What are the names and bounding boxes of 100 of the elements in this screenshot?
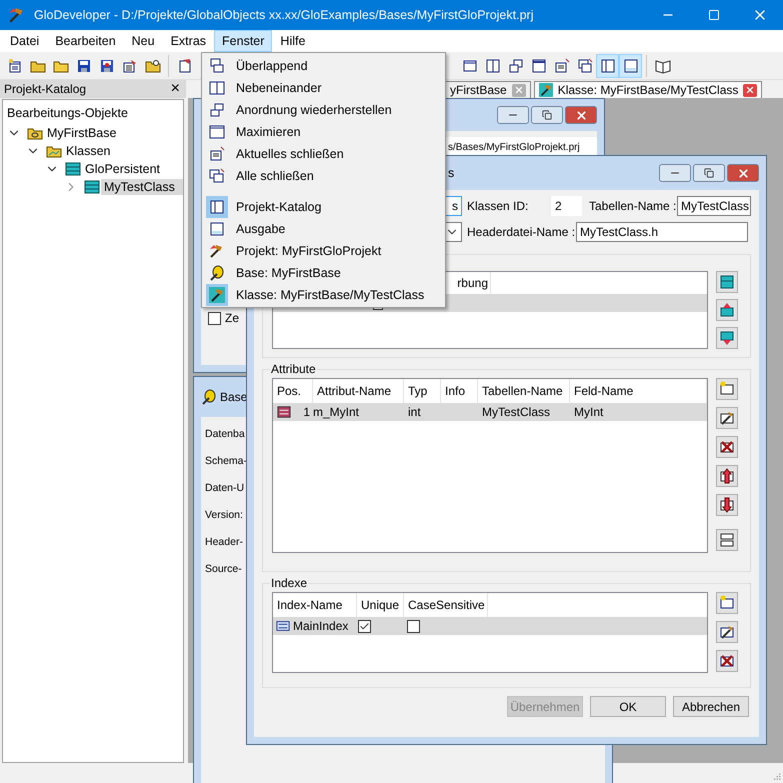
- field-label: Daten-U: [205, 480, 244, 496]
- up-arrow-icon: [719, 468, 735, 484]
- move-up-button[interactable]: [716, 299, 738, 321]
- toolbar-button[interactable]: [596, 54, 619, 78]
- hammer-icon: [719, 624, 735, 640]
- delete-attribute-button[interactable]: [716, 436, 738, 458]
- stacked-lines-icon: [719, 532, 735, 548]
- menu-item[interactable]: Projekt-Katalog: [204, 196, 443, 218]
- checkbox[interactable]: [407, 620, 420, 632]
- tree-item[interactable]: MyFirstBase: [44, 125, 120, 141]
- close-tab-button[interactable]: [743, 84, 758, 96]
- close-window-icon: [554, 58, 570, 74]
- menu-item[interactable]: Extras: [162, 30, 214, 52]
- tree-item[interactable]: MyTestClass: [101, 179, 183, 195]
- new-index-button[interactable]: [716, 592, 738, 614]
- table-cell: MyTestClass: [482, 405, 550, 419]
- checkbox[interactable]: [358, 620, 371, 632]
- resize-grip-icon: [771, 771, 781, 781]
- table-cell: MainIndex: [293, 619, 348, 633]
- table-icon: [64, 161, 82, 177]
- field-label: Version:: [205, 508, 243, 522]
- table-name-field[interactable]: MyTestClass: [677, 196, 751, 216]
- menu-item[interactable]: Alle schließen: [204, 165, 443, 187]
- menu-item[interactable]: Ausgabe: [204, 218, 443, 240]
- table-cell: int: [408, 405, 421, 419]
- sparkle-icon: [719, 381, 735, 397]
- move-up-button[interactable]: [716, 465, 738, 487]
- floppy-icon: [98, 58, 114, 74]
- table-row[interactable]: 1 m_MyInt int MyTestClass MyInt: [273, 403, 707, 421]
- class-id-field[interactable]: 2: [551, 196, 582, 216]
- close-window-icon: [209, 146, 225, 162]
- tree-item[interactable]: GloPersistent: [82, 161, 164, 177]
- close-button[interactable]: [727, 164, 759, 182]
- side-panel-icon: [600, 58, 616, 74]
- tab-label: Klasse: MyFirstBase/MyTestClass: [558, 83, 738, 97]
- side-panel-icon: [209, 199, 225, 215]
- close-button[interactable]: [565, 106, 597, 124]
- menu-item[interactable]: Datei: [2, 30, 48, 52]
- menu-item[interactable]: Base: MyFirstBase: [204, 262, 443, 284]
- tab-label: yFirstBase: [450, 83, 507, 97]
- tile-windows-icon: [484, 58, 500, 74]
- edit-index-button[interactable]: [716, 621, 738, 643]
- move-down-button[interactable]: [716, 327, 738, 349]
- menu-item[interactable]: Nebeneinander: [204, 77, 443, 99]
- delete-index-button[interactable]: [716, 650, 738, 672]
- window-title: s: [448, 166, 454, 180]
- table-cell: m_MyInt: [313, 405, 360, 419]
- menu-item[interactable]: Fenster: [214, 30, 272, 52]
- sort-button[interactable]: [716, 529, 738, 551]
- new-project-icon: [6, 58, 22, 74]
- down-arrow-icon: [719, 330, 735, 346]
- window-title: Base: [220, 390, 248, 404]
- new-attribute-button[interactable]: [716, 378, 738, 400]
- table-icon: [83, 179, 101, 195]
- group-title: Attribute: [270, 362, 317, 376]
- maximize-icon: [209, 124, 225, 140]
- tree-root-label: Bearbeitungs-Objekte: [7, 106, 129, 120]
- attribute-icon: [277, 405, 291, 419]
- document-icon: [122, 58, 138, 74]
- folder-icon: [144, 58, 160, 74]
- restore-button[interactable]: [531, 106, 563, 124]
- menu-item[interactable]: Maximieren: [204, 121, 443, 143]
- close-icon: [745, 85, 756, 95]
- table-row[interactable]: MainIndex: [273, 617, 707, 635]
- maximize-icon: [708, 9, 720, 21]
- menu-item[interactable]: Neu: [124, 30, 163, 52]
- menu-item[interactable]: Überlappend: [204, 55, 443, 77]
- close-icon: [736, 166, 750, 180]
- menu-item[interactable]: Projekt: MyFirstGloProjekt: [204, 240, 443, 262]
- document-tab[interactable]: yFirstBase: [445, 81, 531, 98]
- menu-item[interactable]: Bearbeiten: [47, 30, 124, 52]
- menu-item[interactable]: Hilfe: [272, 30, 314, 52]
- field-label: Schema-: [205, 454, 248, 468]
- hammer-icon: [209, 243, 225, 259]
- close-icon: [574, 108, 588, 122]
- checkbox[interactable]: [208, 312, 221, 324]
- menu-item[interactable]: Aktuelles schließen: [204, 143, 443, 165]
- document-tab[interactable]: Klasse: MyFirstBase/MyTestClass: [534, 81, 762, 98]
- move-down-button[interactable]: [716, 494, 738, 516]
- window-title: GloDeveloper - D:/Projekte/GlobalObjects xx.xx/GloExamples/Bases/MyFirstGloProjekt.prj: [34, 8, 534, 22]
- add-superclass-button[interactable]: [716, 271, 738, 293]
- field-label: Source-: [205, 562, 242, 576]
- menu-item[interactable]: Klasse: MyFirstBase/MyTestClass: [204, 284, 443, 306]
- field-label: Headerdatei-Name :: [466, 225, 576, 239]
- restore-button[interactable]: [693, 164, 725, 182]
- toolbar-button[interactable]: [619, 54, 642, 78]
- header-file-field[interactable]: MyTestClass.h: [576, 222, 748, 242]
- window-icon: [462, 58, 478, 74]
- dialog-button[interactable]: OK: [590, 696, 666, 717]
- path-field[interactable]: s/Bases/MyFirstGloProjekt.prj: [446, 137, 597, 157]
- edit-attribute-button[interactable]: [716, 407, 738, 429]
- sparkle-icon: [719, 595, 735, 611]
- dialog-button[interactable]: Abbrechen: [673, 696, 749, 717]
- close-all-icon: [576, 58, 592, 74]
- panel-title: Projekt-Katalog: [4, 82, 86, 96]
- cascade-icon: [209, 58, 225, 74]
- tree-item[interactable]: Klassen: [63, 143, 114, 159]
- cross-icon: [719, 439, 735, 455]
- close-button[interactable]: ×: [170, 80, 180, 98]
- menu-item[interactable]: Anordnung wiederherstellen: [204, 99, 443, 121]
